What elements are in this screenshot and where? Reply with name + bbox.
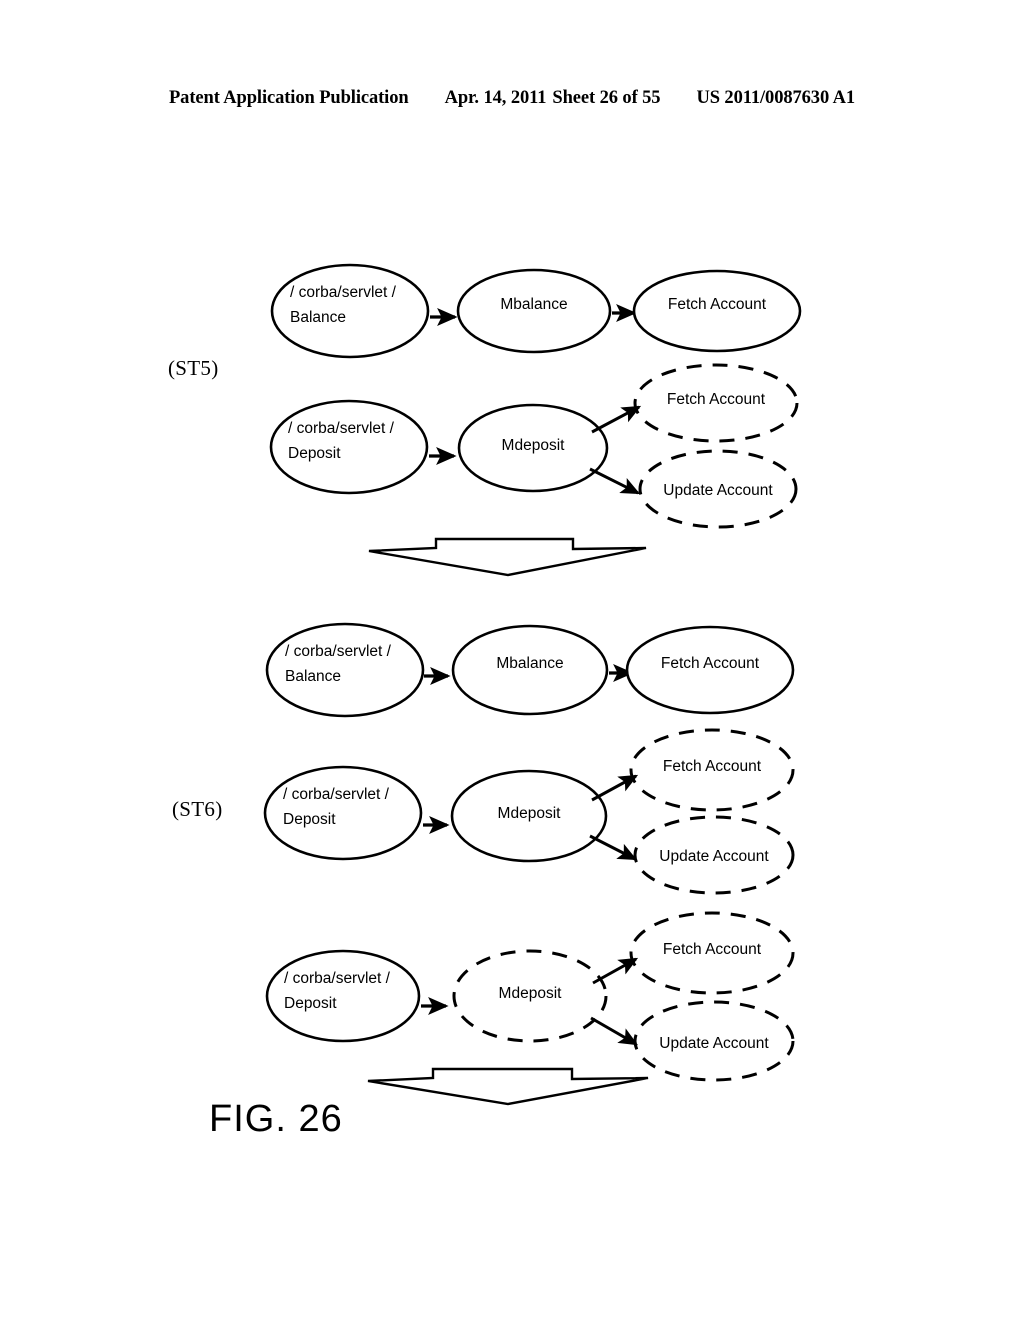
node-update-account-dashed-st6-r2[interactable]: Update Account <box>633 815 795 895</box>
figure-canvas: / corba/servlet / Balance Mbalance Fetch… <box>263 263 802 1106</box>
node-mdeposit-dashed-st6-r3[interactable]: Mdeposit <box>452 949 608 1043</box>
st6-deposit-flow-row-solid: Fetch Account Update Account / corba/ser… <box>263 728 795 895</box>
node-update-account-dashed-st6-r3[interactable]: Update Account <box>633 1000 795 1082</box>
node-label-update-account-dashed-st6-r3: Update Account <box>659 1035 769 1052</box>
node-label-servlet-deposit-line2: Deposit <box>288 445 341 462</box>
node-fetch-account-solid[interactable]: Fetch Account <box>632 269 802 353</box>
node-label-mdeposit-dashed-st6-r3: Mdeposit <box>499 985 563 1002</box>
node-label-mdeposit: Mdeposit <box>502 437 566 454</box>
node-label-servlet-balance-st6-line1: / corba/servlet / <box>285 643 392 660</box>
node-label-servlet-deposit-line1: / corba/servlet / <box>288 420 395 437</box>
node-servlet-deposit-st6-r2[interactable]: / corba/servlet / Deposit <box>263 765 423 861</box>
node-label-servlet-deposit-st6-r2-line1: / corba/servlet / <box>283 786 390 803</box>
diagram-group-st5: / corba/servlet / Balance Mbalance Fetch… <box>269 263 802 577</box>
node-mdeposit[interactable]: Mdeposit <box>457 403 609 493</box>
node-label-mbalance: Mbalance <box>500 296 567 313</box>
st6-balance-flow-row: / corba/servlet / Balance Mbalance Fetch… <box>265 622 795 718</box>
node-mbalance-st6[interactable]: Mbalance <box>451 624 609 716</box>
block-arrow-st5-to-st6 <box>368 537 647 577</box>
arrow-mdeposit-to-update-account-st6-r3 <box>590 1016 639 1046</box>
diagram-group-st6: / corba/servlet / Balance Mbalance Fetch… <box>263 622 795 1106</box>
node-label-servlet-deposit-st6-r2-line2: Deposit <box>283 811 336 828</box>
node-label-fetch-account-st6: Fetch Account <box>661 655 760 672</box>
node-fetch-account-solid-st6[interactable]: Fetch Account <box>625 625 795 715</box>
node-label-servlet-balance-line1: / corba/servlet / <box>290 284 397 301</box>
arrow-mdeposit-to-fetch-account-st6-r3 <box>592 957 639 985</box>
block-arrow-st6-to-next <box>367 1067 649 1106</box>
arrow-mdeposit-to-fetch-account <box>591 405 642 434</box>
st5-deposit-flow-row: Fetch Account Update Account / corba/ser… <box>269 363 799 529</box>
node-label-fetch-account: Fetch Account <box>668 296 767 313</box>
node-label-update-account-dashed-st6-r2: Update Account <box>659 848 769 865</box>
node-label-fetch-account-dashed-st6-r3: Fetch Account <box>663 941 762 958</box>
node-label-servlet-deposit-st6-r3-line1: / corba/servlet / <box>284 970 391 987</box>
node-label-mdeposit-st6-r2: Mdeposit <box>498 805 562 822</box>
node-label-servlet-balance-line2: Balance <box>290 309 346 326</box>
node-fetch-account-dashed-st6-r2[interactable]: Fetch Account <box>629 728 795 812</box>
node-label-servlet-deposit-st6-r3-line2: Deposit <box>284 995 337 1012</box>
node-label-update-account-dashed: Update Account <box>663 482 773 499</box>
node-fetch-account-dashed-st6-r3[interactable]: Fetch Account <box>629 911 795 995</box>
node-label-mbalance-st6: Mbalance <box>496 655 563 672</box>
node-fetch-account-dashed[interactable]: Fetch Account <box>633 363 799 443</box>
arrow-mdeposit-to-update-account-st6-r2 <box>589 834 638 861</box>
st5-balance-flow-row: / corba/servlet / Balance Mbalance Fetch… <box>270 263 802 359</box>
node-label-fetch-account-dashed: Fetch Account <box>667 391 766 408</box>
arrow-mdeposit-to-update-account <box>589 467 641 495</box>
node-label-servlet-balance-st6-line2: Balance <box>285 668 341 685</box>
node-mbalance[interactable]: Mbalance <box>456 268 612 354</box>
node-servlet-deposit-st6-r3[interactable]: / corba/servlet / Deposit <box>265 949 421 1043</box>
arrow-mdeposit-to-fetch-account-st6-r2 <box>591 774 639 802</box>
node-update-account-dashed[interactable]: Update Account <box>638 449 798 529</box>
node-label-fetch-account-dashed-st6-r2: Fetch Account <box>663 758 762 775</box>
node-servlet-deposit[interactable]: / corba/servlet / Deposit <box>269 399 429 495</box>
node-mdeposit-solid-st6-r2[interactable]: Mdeposit <box>450 769 608 863</box>
st6-deposit-flow-row-dashed: Fetch Account Update Account / corba/ser… <box>265 911 795 1082</box>
node-servlet-balance[interactable]: / corba/servlet / Balance <box>270 263 430 359</box>
node-servlet-balance-st6[interactable]: / corba/servlet / Balance <box>265 622 425 718</box>
